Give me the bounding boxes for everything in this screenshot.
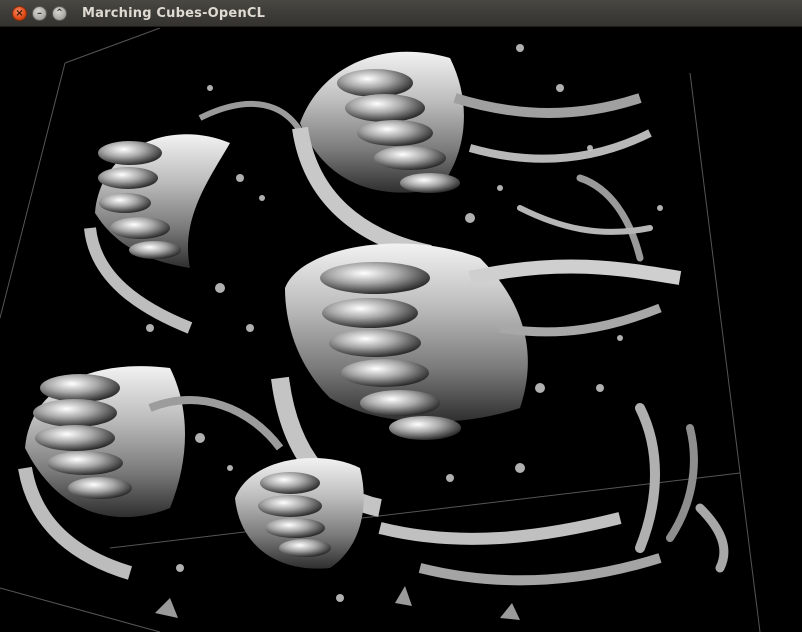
window-title: Marching Cubes-OpenCL: [82, 6, 266, 21]
triangle-fragments: [155, 586, 520, 620]
app-window: × – ⌃ Marching Cubes-OpenCL: [0, 0, 802, 632]
structure-cluster-bottom-left: [18, 366, 284, 580]
minimize-icon[interactable]: –: [32, 6, 47, 21]
window-controls: × – ⌃: [12, 6, 67, 21]
render-viewport[interactable]: [0, 28, 802, 632]
isosurface-render: [0, 28, 761, 632]
structure-cluster-top-center: [292, 51, 652, 261]
title-bar[interactable]: × – ⌃ Marching Cubes-OpenCL: [0, 0, 802, 27]
maximize-icon[interactable]: ⌃: [52, 6, 67, 21]
structure-cluster-top-left: [84, 100, 313, 334]
structure-tubes-right: [517, 174, 729, 573]
close-icon[interactable]: ×: [12, 6, 27, 21]
